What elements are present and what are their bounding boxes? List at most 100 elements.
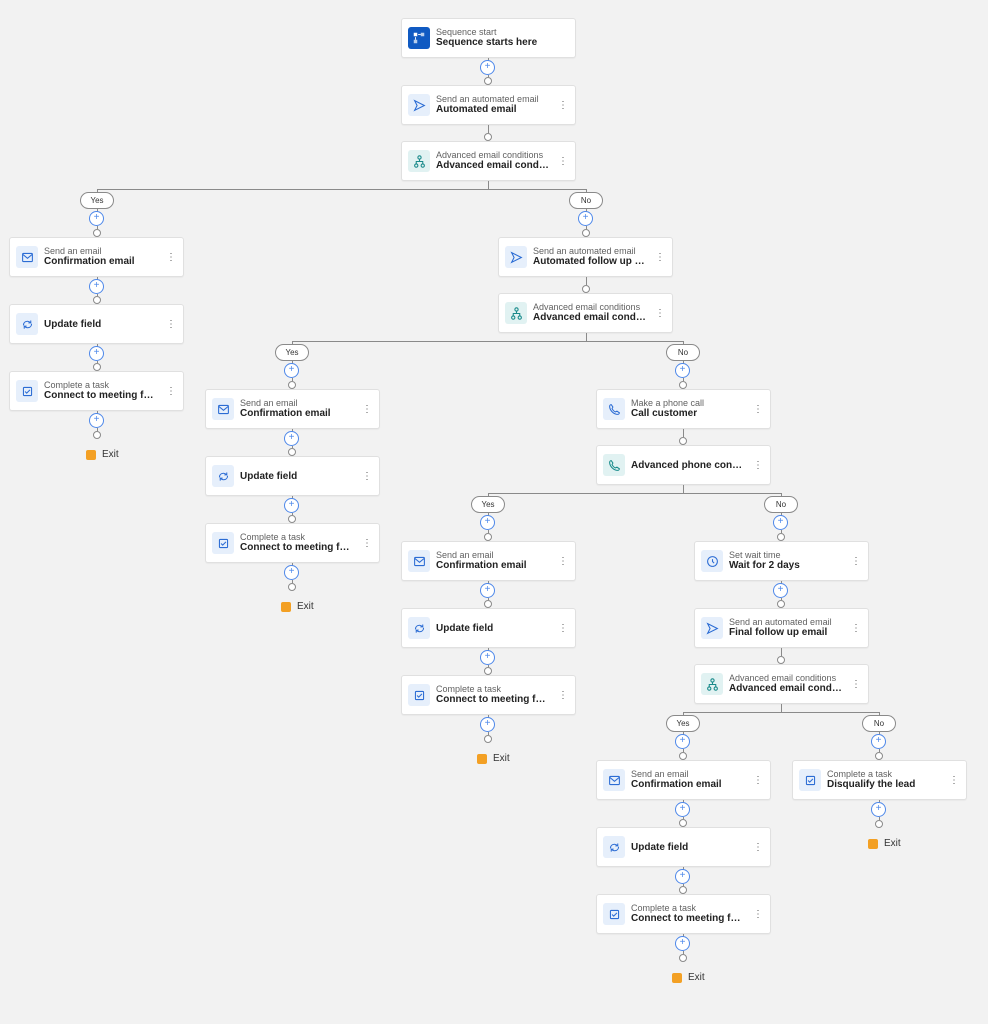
automated-email-icon [505, 246, 527, 268]
add-step-button[interactable]: + [675, 802, 690, 817]
connector-terminal [582, 285, 590, 293]
card-menu-icon[interactable]: ⋮ [165, 252, 177, 263]
card-title: Connect to meeting for product demo r... [44, 390, 159, 401]
node-advanced-email-cond-1[interactable]: Advanced email conditions Advanced email… [401, 141, 576, 181]
add-step-button[interactable]: + [480, 60, 495, 75]
node-complete-task-3[interactable]: Complete a task Connect to meeting for p… [401, 675, 576, 715]
connector-terminal [679, 886, 687, 894]
node-complete-task-2[interactable]: Complete a task Connect to meeting for p… [205, 523, 380, 563]
add-step-button[interactable]: + [675, 936, 690, 951]
node-sequence-start[interactable]: Sequence start Sequence starts here [401, 18, 576, 58]
node-complete-task-4[interactable]: Complete a task Connect to meeting for p… [596, 894, 771, 934]
exit-marker: Exit [281, 601, 314, 612]
node-automated-followup[interactable]: Send an automated email Automated follow… [498, 237, 673, 277]
connector-terminal [875, 820, 883, 828]
sequence-start-icon [408, 27, 430, 49]
add-step-button[interactable]: + [480, 717, 495, 732]
add-step-button[interactable]: + [284, 431, 299, 446]
connector-terminal [679, 437, 687, 445]
branch-yes: Yes [471, 496, 505, 513]
add-step-button[interactable]: + [89, 211, 104, 226]
card-menu-icon[interactable]: ⋮ [850, 623, 862, 634]
add-step-button[interactable]: + [284, 498, 299, 513]
node-confirmation-email-1[interactable]: Send an email Confirmation email ⋮ [9, 237, 184, 277]
add-step-button[interactable]: + [480, 583, 495, 598]
add-step-button[interactable]: + [480, 515, 495, 530]
card-menu-icon[interactable]: ⋮ [752, 460, 764, 471]
exit-label: Exit [493, 753, 510, 764]
card-title: Disqualify the lead [827, 779, 942, 790]
add-step-button[interactable]: + [675, 734, 690, 749]
card-menu-icon[interactable]: ⋮ [165, 319, 177, 330]
node-final-followup[interactable]: Send an automated email Final follow up … [694, 608, 869, 648]
card-menu-icon[interactable]: ⋮ [752, 775, 764, 786]
branch-no: No [764, 496, 798, 513]
connector [683, 429, 684, 437]
connector-terminal [875, 752, 883, 760]
add-step-button[interactable]: + [871, 734, 886, 749]
card-menu-icon[interactable]: ⋮ [557, 156, 569, 167]
add-step-button[interactable]: + [773, 583, 788, 598]
card-menu-icon[interactable]: ⋮ [557, 690, 569, 701]
card-type: Advanced email conditions [729, 674, 844, 684]
add-step-button[interactable]: + [675, 363, 690, 378]
card-menu-icon[interactable]: ⋮ [361, 471, 373, 482]
card-menu-icon[interactable]: ⋮ [752, 909, 764, 920]
card-type: Send an automated email [729, 618, 844, 628]
node-advanced-email-cond-2[interactable]: Advanced email conditions Advanced email… [498, 293, 673, 333]
node-disqualify-lead[interactable]: Complete a task Disqualify the lead ⋮ [792, 760, 967, 800]
card-menu-icon[interactable]: ⋮ [850, 556, 862, 567]
node-advanced-email-cond-3[interactable]: Advanced email conditions Advanced email… [694, 664, 869, 704]
node-advanced-phone-cond[interactable]: Advanced phone condition ⋮ [596, 445, 771, 485]
branch-no: No [862, 715, 896, 732]
add-step-button[interactable]: + [773, 515, 788, 530]
add-step-button[interactable]: + [89, 413, 104, 428]
node-wait-2-days[interactable]: Set wait time Wait for 2 days ⋮ [694, 541, 869, 581]
exit-marker: Exit [672, 972, 705, 983]
connector-terminal [777, 656, 785, 664]
exit-label: Exit [297, 601, 314, 612]
card-menu-icon[interactable]: ⋮ [752, 842, 764, 853]
connector-terminal [93, 229, 101, 237]
node-confirmation-email-3[interactable]: Send an email Confirmation email ⋮ [401, 541, 576, 581]
add-step-button[interactable]: + [578, 211, 593, 226]
node-complete-task-1[interactable]: Complete a task Connect to meeting for p… [9, 371, 184, 411]
add-step-button[interactable]: + [871, 802, 886, 817]
add-step-button[interactable]: + [89, 346, 104, 361]
node-update-field-1[interactable]: Update field ⋮ [9, 304, 184, 344]
node-automated-email[interactable]: Send an automated email Automated email … [401, 85, 576, 125]
exit-marker: Exit [477, 753, 510, 764]
card-menu-icon[interactable]: ⋮ [850, 679, 862, 690]
connector [488, 125, 489, 133]
card-title: Confirmation email [240, 408, 355, 419]
node-update-field-4[interactable]: Update field ⋮ [596, 827, 771, 867]
card-menu-icon[interactable]: ⋮ [654, 252, 666, 263]
card-menu-icon[interactable]: ⋮ [948, 775, 960, 786]
node-call-customer[interactable]: Make a phone call Call customer ⋮ [596, 389, 771, 429]
card-menu-icon[interactable]: ⋮ [557, 623, 569, 634]
card-menu-icon[interactable]: ⋮ [557, 556, 569, 567]
add-step-button[interactable]: + [480, 650, 495, 665]
exit-label: Exit [884, 838, 901, 849]
connector-terminal [582, 229, 590, 237]
card-menu-icon[interactable]: ⋮ [557, 100, 569, 111]
node-confirmation-email-4[interactable]: Send an email Confirmation email ⋮ [596, 760, 771, 800]
card-menu-icon[interactable]: ⋮ [361, 404, 373, 415]
branch-no: No [569, 192, 603, 209]
card-title: Advanced email conditions [729, 683, 844, 694]
exit-icon [281, 602, 291, 612]
add-step-button[interactable]: + [284, 565, 299, 580]
card-menu-icon[interactable]: ⋮ [654, 308, 666, 319]
card-title: Automated email [436, 104, 551, 115]
card-menu-icon[interactable]: ⋮ [752, 404, 764, 415]
node-confirmation-email-2[interactable]: Send an email Confirmation email ⋮ [205, 389, 380, 429]
card-menu-icon[interactable]: ⋮ [361, 538, 373, 549]
node-update-field-3[interactable]: Update field ⋮ [401, 608, 576, 648]
card-type: Send an automated email [533, 247, 648, 257]
card-menu-icon[interactable]: ⋮ [165, 386, 177, 397]
add-step-button[interactable]: + [89, 279, 104, 294]
card-title: Connect to meeting for product demo r... [631, 913, 746, 924]
node-update-field-2[interactable]: Update field ⋮ [205, 456, 380, 496]
add-step-button[interactable]: + [675, 869, 690, 884]
add-step-button[interactable]: + [284, 363, 299, 378]
